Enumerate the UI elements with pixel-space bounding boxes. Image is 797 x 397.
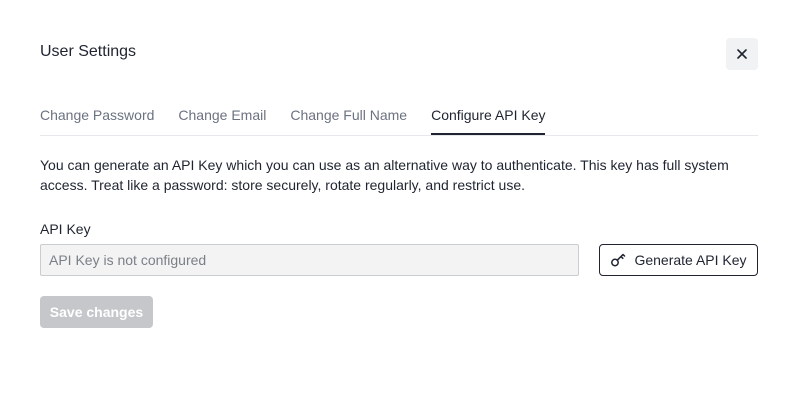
close-button[interactable]: [726, 38, 758, 70]
api-key-description: You can generate an API Key which you ca…: [40, 157, 729, 193]
api-key-label: API Key: [40, 221, 91, 237]
dialog-title: User Settings: [40, 43, 137, 60]
tab-change-email[interactable]: Change Email: [178, 97, 266, 135]
close-icon: [737, 49, 747, 59]
generate-api-key-label: Generate API Key: [634, 252, 747, 268]
api-key-input[interactable]: [40, 244, 579, 276]
tab-configure-api-key[interactable]: Configure API Key: [431, 97, 546, 135]
tab-change-full-name[interactable]: Change Full Name: [290, 97, 407, 135]
generate-api-key-button[interactable]: Generate API Key: [599, 244, 758, 276]
user-settings-dialog: User Settings Change Password Change Ema…: [0, 0, 797, 397]
settings-tabs: Change Password Change Email Change Full…: [40, 97, 758, 136]
key-icon: [611, 253, 626, 267]
save-changes-button[interactable]: Save changes: [40, 296, 153, 328]
tab-change-password[interactable]: Change Password: [40, 97, 154, 135]
